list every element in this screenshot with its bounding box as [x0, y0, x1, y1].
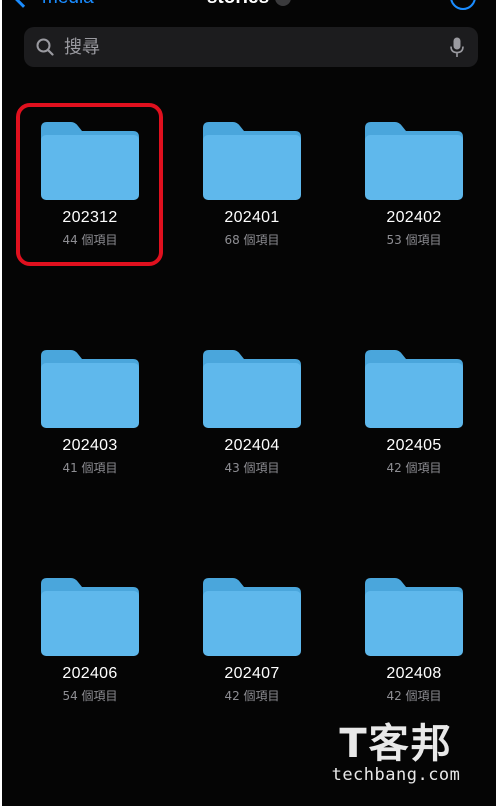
folder-icon [365, 122, 463, 200]
folder-item[interactable]: 202403 41 個項目 [30, 350, 150, 490]
folder-name: 202401 [224, 209, 280, 226]
folder-name: 202408 [386, 665, 442, 682]
folder-icon [41, 578, 139, 656]
folder-icon [203, 122, 301, 200]
folder-name: 202404 [224, 437, 280, 454]
folder-icon [41, 350, 139, 428]
folder-item[interactable]: 202408 42 個項目 [354, 578, 474, 718]
search-input[interactable] [64, 27, 444, 67]
folder-icon [365, 350, 463, 428]
folder-item-count: 44 個項目 [62, 233, 118, 247]
folder-item-count: 42 個項目 [386, 689, 442, 703]
folder-title-label: stories [207, 0, 269, 8]
folder-name: 202403 [62, 437, 118, 454]
folder-icon [203, 350, 301, 428]
folder-item-count: 42 個項目 [386, 461, 442, 475]
folder-item[interactable]: 202401 68 個項目 [192, 122, 312, 262]
folder-name: 202402 [386, 209, 442, 226]
folder-title[interactable]: stories [2, 0, 496, 10]
folder-icon [41, 122, 139, 200]
folder-item[interactable]: 202404 43 個項目 [192, 350, 312, 490]
watermark: T客邦 techbang.com [316, 722, 476, 784]
folder-item[interactable]: 202406 54 個項目 [30, 578, 150, 718]
files-app-screen: media stories 20231244 個項目20240168 個項目20… [2, 0, 496, 806]
folder-item[interactable]: 202312 44 個項目 [30, 122, 150, 262]
folder-name: 202405 [386, 437, 442, 454]
folder-item-count: 42 個項目 [224, 689, 280, 703]
navigation-bar: media stories [2, 0, 496, 10]
folder-item-count: 68 個項目 [224, 233, 280, 247]
search-bar[interactable] [24, 27, 478, 67]
folder-icon [365, 578, 463, 656]
folder-item[interactable]: 202402 53 個項目 [354, 122, 474, 262]
folder-item[interactable]: 202405 42 個項目 [354, 350, 474, 490]
folder-item[interactable]: 202407 42 個項目 [192, 578, 312, 718]
folder-item-count: 41 個項目 [62, 461, 118, 475]
mic-icon[interactable] [450, 37, 464, 58]
folder-item-count: 54 個項目 [62, 689, 118, 703]
folder-name: 202406 [62, 665, 118, 682]
folder-item-count: 43 個項目 [224, 461, 280, 475]
folder-icon [203, 578, 301, 656]
watermark-domain: techbang.com [331, 765, 461, 785]
search-icon [36, 38, 54, 56]
chevron-down-icon [275, 0, 292, 6]
watermark-logo: T客邦 [339, 721, 453, 767]
folder-name: 202407 [224, 665, 280, 682]
folder-name: 202312 [62, 209, 118, 226]
folder-item-count: 53 個項目 [386, 233, 442, 247]
